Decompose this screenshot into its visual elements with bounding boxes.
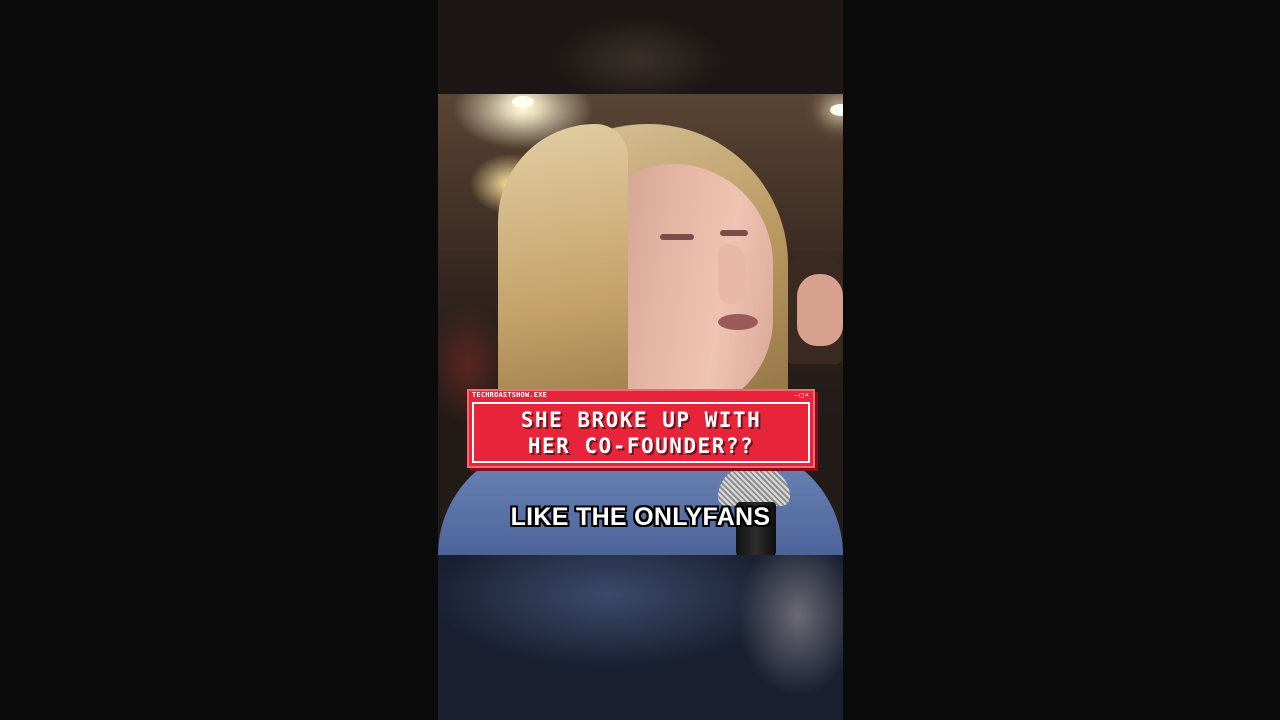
blurred-background-top	[438, 0, 843, 94]
subtitle-caption: LIKE THE ONLYFANS	[510, 503, 771, 531]
retro-title-window: TECHROASTSHOW.EXE –□× SHE BROKE UP WITH …	[467, 389, 815, 468]
speaker-eye	[720, 230, 748, 236]
speaker-nose	[718, 244, 746, 304]
window-controls-icon: –□×	[794, 391, 810, 399]
headline-line-1: SHE BROKE UP WITH	[520, 407, 762, 432]
speaker-mouth	[718, 314, 758, 330]
retro-window-title: TECHROASTSHOW.EXE	[472, 391, 548, 399]
video-scene	[438, 94, 843, 555]
retro-window-titlebar: TECHROASTSHOW.EXE –□×	[469, 391, 813, 400]
blurred-background-bottom	[438, 555, 843, 720]
speaker-hair-front	[498, 124, 628, 424]
headline-line-2: HER CO-FOUNDER??	[527, 433, 755, 458]
retro-window-body: SHE BROKE UP WITH HER CO-FOUNDER??	[472, 402, 810, 463]
video-frame	[438, 0, 843, 720]
speaker-eye	[660, 234, 694, 240]
video-player[interactable]: TECHROASTSHOW.EXE –□× SHE BROKE UP WITH …	[0, 0, 1280, 720]
